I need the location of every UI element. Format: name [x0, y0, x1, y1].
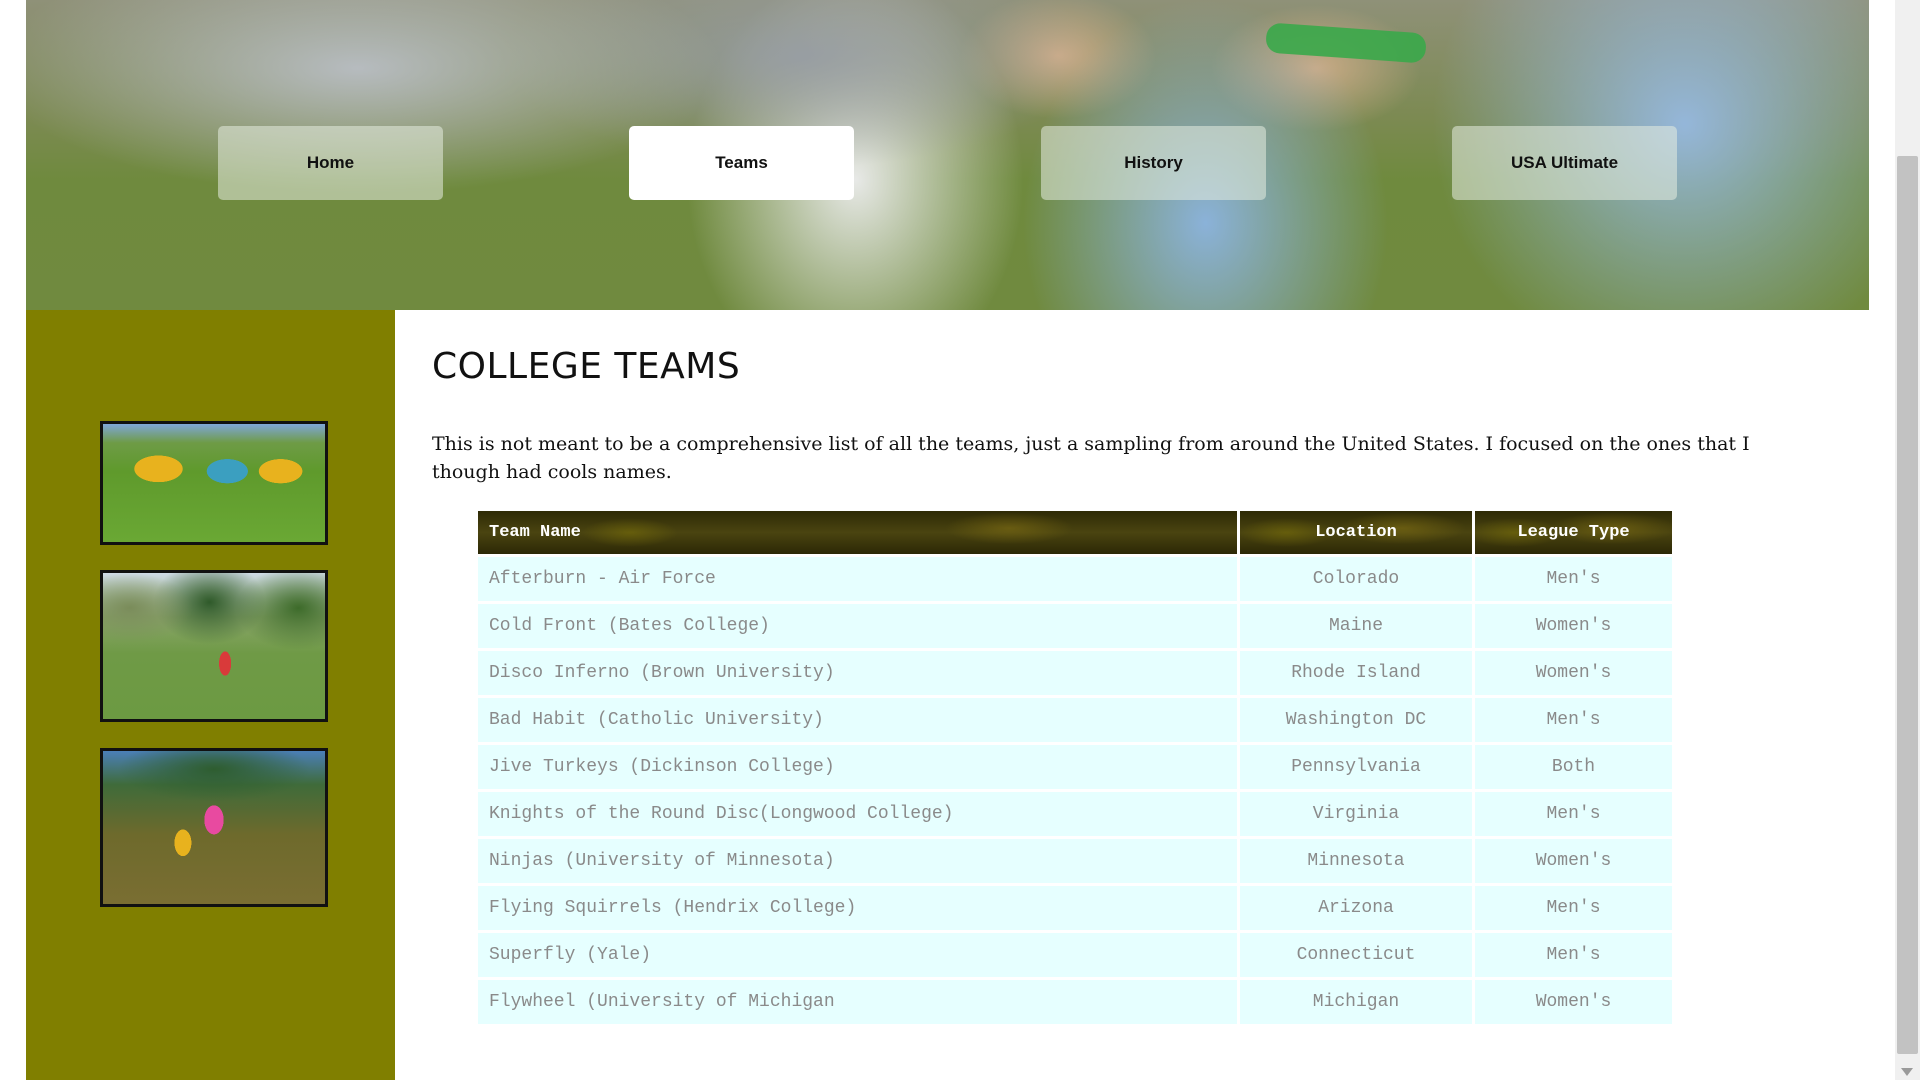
cell-team-name: Afterburn - Air Force: [478, 557, 1237, 601]
table-row: Superfly (Yale) Connecticut Men's: [478, 933, 1672, 977]
nav-teams[interactable]: Teams: [629, 126, 854, 200]
table-row: Ninjas (University of Minnesota) Minneso…: [478, 839, 1672, 883]
page: Home Teams History USA Ultimate COLLEGE …: [26, 0, 1869, 1080]
cell-team-name: Flywheel (University of Michigan: [478, 980, 1237, 1024]
table-row: Cold Front (Bates College) Maine Women's: [478, 604, 1672, 648]
banner-headband-detail: [1265, 22, 1427, 64]
cell-league-type: Men's: [1475, 886, 1672, 930]
table-row: Knights of the Round Disc(Longwood Colle…: [478, 792, 1672, 836]
cell-league-type: Men's: [1475, 792, 1672, 836]
cell-team-name: Flying Squirrels (Hendrix College): [478, 886, 1237, 930]
cell-league-type: Women's: [1475, 980, 1672, 1024]
cell-location: Rhode Island: [1240, 651, 1472, 695]
cell-team-name: Disco Inferno (Brown University): [478, 651, 1237, 695]
table-row: Jive Turkeys (Dickinson College) Pennsyl…: [478, 745, 1672, 789]
cell-league-type: Women's: [1475, 839, 1672, 883]
cell-team-name: Superfly (Yale): [478, 933, 1237, 977]
nav-history[interactable]: History: [1041, 126, 1266, 200]
cell-location: Connecticut: [1240, 933, 1472, 977]
nav-teams-label: Teams: [715, 153, 768, 172]
cell-team-name: Bad Habit (Catholic University): [478, 698, 1237, 742]
sidebar-photo-2: [100, 570, 328, 722]
table-row: Flywheel (University of Michigan Michiga…: [478, 980, 1672, 1024]
nav-home[interactable]: Home: [218, 126, 443, 200]
vertical-scrollbar[interactable]: [1895, 0, 1920, 1080]
cell-league-type: Men's: [1475, 557, 1672, 601]
cell-location: Maine: [1240, 604, 1472, 648]
cell-team-name: Jive Turkeys (Dickinson College): [478, 745, 1237, 789]
cell-team-name: Cold Front (Bates College): [478, 604, 1237, 648]
cell-league-type: Women's: [1475, 651, 1672, 695]
nav-history-label: History: [1124, 153, 1183, 172]
teams-table: Team Name Location League Type Afterburn…: [475, 508, 1675, 1027]
header-team-name: Team Name: [478, 511, 1237, 554]
intro-paragraph: This is not meant to be a comprehensive …: [432, 433, 1750, 483]
nav-usa-ultimate-label: USA Ultimate: [1510, 153, 1619, 172]
table-row: Disco Inferno (Brown University) Rhode I…: [478, 651, 1672, 695]
cell-location: Washington DC: [1240, 698, 1472, 742]
page-title: COLLEGE TEAMS: [432, 346, 741, 387]
table-row: Flying Squirrels (Hendrix College) Arizo…: [478, 886, 1672, 930]
nav-home-label: Home: [306, 153, 355, 172]
sidebar: [26, 310, 395, 1080]
cell-team-name: Knights of the Round Disc(Longwood Colle…: [478, 792, 1237, 836]
header-league-type: League Type: [1475, 511, 1672, 554]
sidebar-photo-3: [100, 748, 328, 907]
cell-location: Pennsylvania: [1240, 745, 1472, 789]
cell-league-type: Both: [1475, 745, 1672, 789]
cell-team-name: Ninjas (University of Minnesota): [478, 839, 1237, 883]
cell-location: Colorado: [1240, 557, 1472, 601]
header-banner-photo: Home Teams History USA Ultimate: [26, 0, 1869, 310]
table-row: Bad Habit (Catholic University) Washingt…: [478, 698, 1672, 742]
cell-location: Michigan: [1240, 980, 1472, 1024]
scrollbar-thumb[interactable]: [1897, 156, 1918, 1054]
cell-league-type: Women's: [1475, 604, 1672, 648]
table-header-row: Team Name Location League Type: [478, 511, 1672, 554]
cell-league-type: Men's: [1475, 698, 1672, 742]
cell-location: Minnesota: [1240, 839, 1472, 883]
sidebar-photo-1: [100, 421, 328, 545]
nav-usa-ultimate[interactable]: USA Ultimate: [1452, 126, 1677, 200]
cell-league-type: Men's: [1475, 933, 1672, 977]
scroll-down-arrow-icon[interactable]: [1901, 1068, 1913, 1076]
header-location: Location: [1240, 511, 1472, 554]
cell-location: Virginia: [1240, 792, 1472, 836]
cell-location: Arizona: [1240, 886, 1472, 930]
table-row: Afterburn - Air Force Colorado Men's: [478, 557, 1672, 601]
main-content: COLLEGE TEAMS This is not meant to be a …: [395, 310, 1869, 1080]
